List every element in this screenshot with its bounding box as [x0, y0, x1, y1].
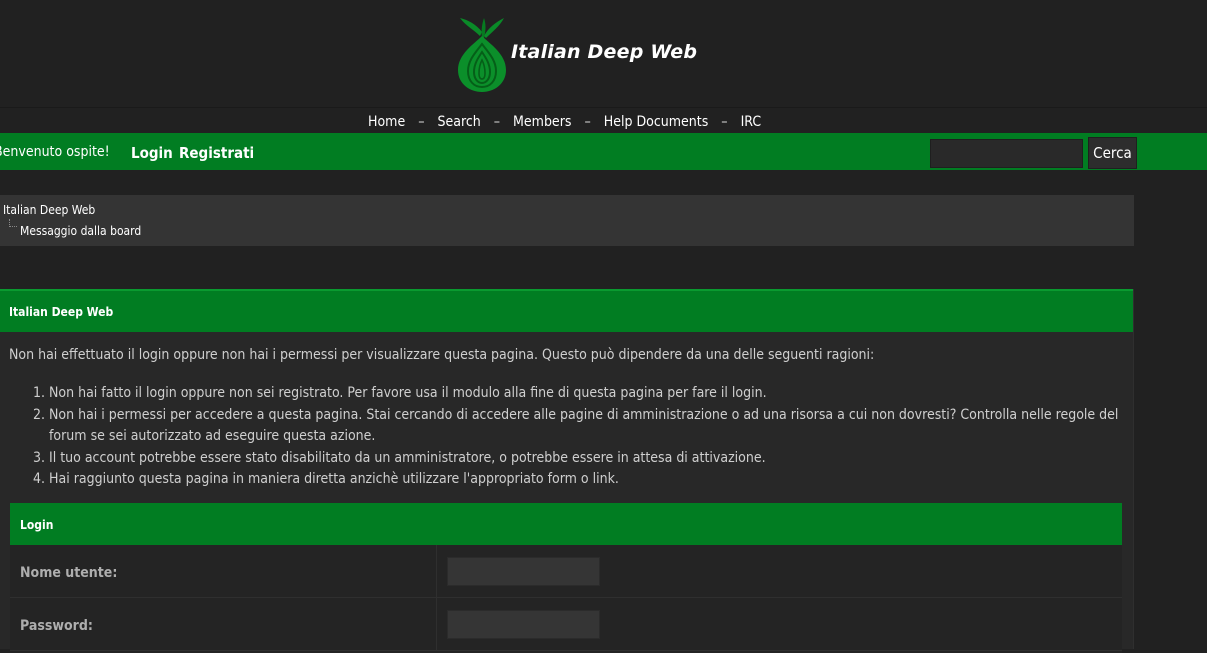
reason-item: Non hai fatto il login oppure non sei re… — [49, 383, 1120, 405]
column-divider — [436, 598, 437, 650]
password-label: Password: — [20, 618, 93, 634]
nav-help-documents-link[interactable]: Help Documents — [604, 114, 709, 130]
username-row: Nome utente: — [10, 545, 1122, 598]
password-input[interactable] — [447, 610, 600, 639]
nav-search-link[interactable]: Search — [438, 114, 481, 130]
breadcrumb-current: Messaggio dalla board — [20, 224, 142, 238]
search-button[interactable]: Cerca — [1088, 137, 1137, 169]
panel-title: Italian Deep Web — [0, 289, 1133, 332]
register-link[interactable]: Registrati — [179, 144, 254, 162]
welcome-text: Benvenuto ospite! — [0, 144, 110, 160]
nav-separator: – — [418, 114, 425, 130]
breadcrumb-root-link[interactable]: Italian Deep Web — [3, 203, 95, 217]
search-input[interactable] — [930, 139, 1083, 168]
message-panel: Italian Deep Web Non hai effettuato il l… — [0, 289, 1134, 653]
reason-item: Il tuo account potrebbe essere stato dis… — [49, 448, 1120, 470]
site-header: Italian Deep Web — [0, 0, 1207, 108]
onion-logo-icon[interactable] — [454, 14, 510, 94]
username-input[interactable] — [447, 557, 600, 586]
reasons-list: Non hai fatto il login oppure non sei re… — [0, 383, 1120, 491]
nav-separator: – — [721, 114, 728, 130]
password-row: Password: — [10, 598, 1122, 651]
breadcrumb: Italian Deep Web Messaggio dalla board — [0, 195, 1134, 246]
login-form: Login Nome utente: Password: — [10, 503, 1122, 653]
reason-item: Hai raggiunto questa pagina in maniera d… — [49, 469, 1120, 491]
nav-home-link[interactable]: Home — [368, 114, 405, 130]
intro-text: Non hai effettuato il login oppure non h… — [9, 347, 875, 363]
nav-separator: – — [493, 114, 501, 130]
user-bar: Benvenuto ospite! Login Registrati Cerca — [0, 133, 1207, 170]
nav-members-link[interactable]: Members — [513, 114, 571, 130]
breadcrumb-tree-connector — [9, 219, 17, 227]
login-form-title: Login — [10, 503, 1122, 545]
site-title[interactable]: Italian Deep Web — [511, 41, 697, 63]
login-link[interactable]: Login — [131, 144, 173, 162]
reason-item: Non hai i permessi per accedere a questa… — [49, 405, 1120, 448]
column-divider — [436, 545, 437, 597]
nav-separator: – — [584, 114, 591, 130]
nav-irc-link[interactable]: IRC — [741, 114, 762, 130]
top-navigation: Home – Search – Members – Help Documents – IRC — [0, 114, 1207, 133]
username-label: Nome utente: — [20, 565, 118, 581]
